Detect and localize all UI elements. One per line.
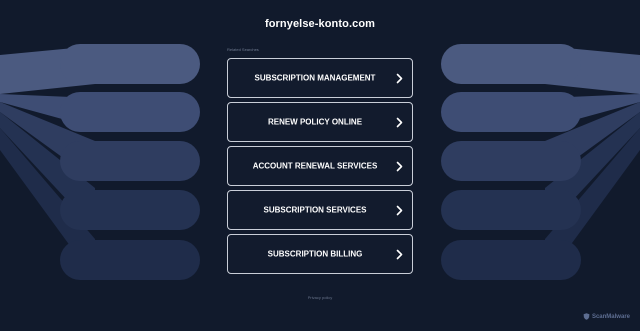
chevron-right-icon: [396, 117, 403, 128]
related-link-account-renewal-services[interactable]: ACCOUNT RENEWAL SERVICES: [227, 146, 413, 186]
related-link-renew-policy-online[interactable]: RENEW POLICY ONLINE: [227, 102, 413, 142]
privacy-policy-link[interactable]: Privacy policy: [0, 295, 640, 300]
related-links-list: SUBSCRIPTION MANAGEMENT RENEW POLICY ONL…: [227, 58, 413, 278]
bg-pill-left-5: [60, 240, 200, 280]
related-link-label: ACCOUNT RENEWAL SERVICES: [252, 161, 378, 171]
chevron-right-icon: [396, 161, 403, 172]
shield-icon: [583, 313, 590, 320]
related-link-label: SUBSCRIPTION SERVICES: [263, 205, 367, 215]
parked-domain-page: fornyelse-konto.com Related Searches SUB…: [0, 0, 640, 331]
bg-pill-right-3: [441, 141, 581, 181]
related-link-subscription-services[interactable]: SUBSCRIPTION SERVICES: [227, 190, 413, 230]
scanmalware-label: ScanMalware: [591, 313, 630, 320]
bg-pill-right-4: [441, 190, 581, 230]
chevron-right-icon: [396, 249, 403, 260]
bg-pill-left-1: [60, 44, 200, 84]
bg-pill-left-3: [60, 141, 200, 181]
scanmalware-badge[interactable]: ScanMalware: [583, 313, 630, 320]
bg-pill-right-2: [441, 92, 581, 132]
chevron-right-icon: [396, 73, 403, 84]
related-link-subscription-billing[interactable]: SUBSCRIPTION BILLING: [227, 234, 413, 274]
bg-pill-left-4: [60, 190, 200, 230]
related-searches-label: Related Searches: [227, 47, 259, 52]
bg-pill-right-1: [441, 44, 581, 84]
domain-title: fornyelse-konto.com: [264, 18, 376, 30]
bg-pill-left-2: [60, 92, 200, 132]
related-link-subscription-management[interactable]: SUBSCRIPTION MANAGEMENT: [227, 58, 413, 98]
bg-pill-right-5: [441, 240, 581, 280]
related-link-label: SUBSCRIPTION BILLING: [267, 249, 363, 259]
related-link-label: RENEW POLICY ONLINE: [267, 117, 363, 127]
chevron-right-icon: [396, 205, 403, 216]
related-link-label: SUBSCRIPTION MANAGEMENT: [254, 73, 376, 83]
